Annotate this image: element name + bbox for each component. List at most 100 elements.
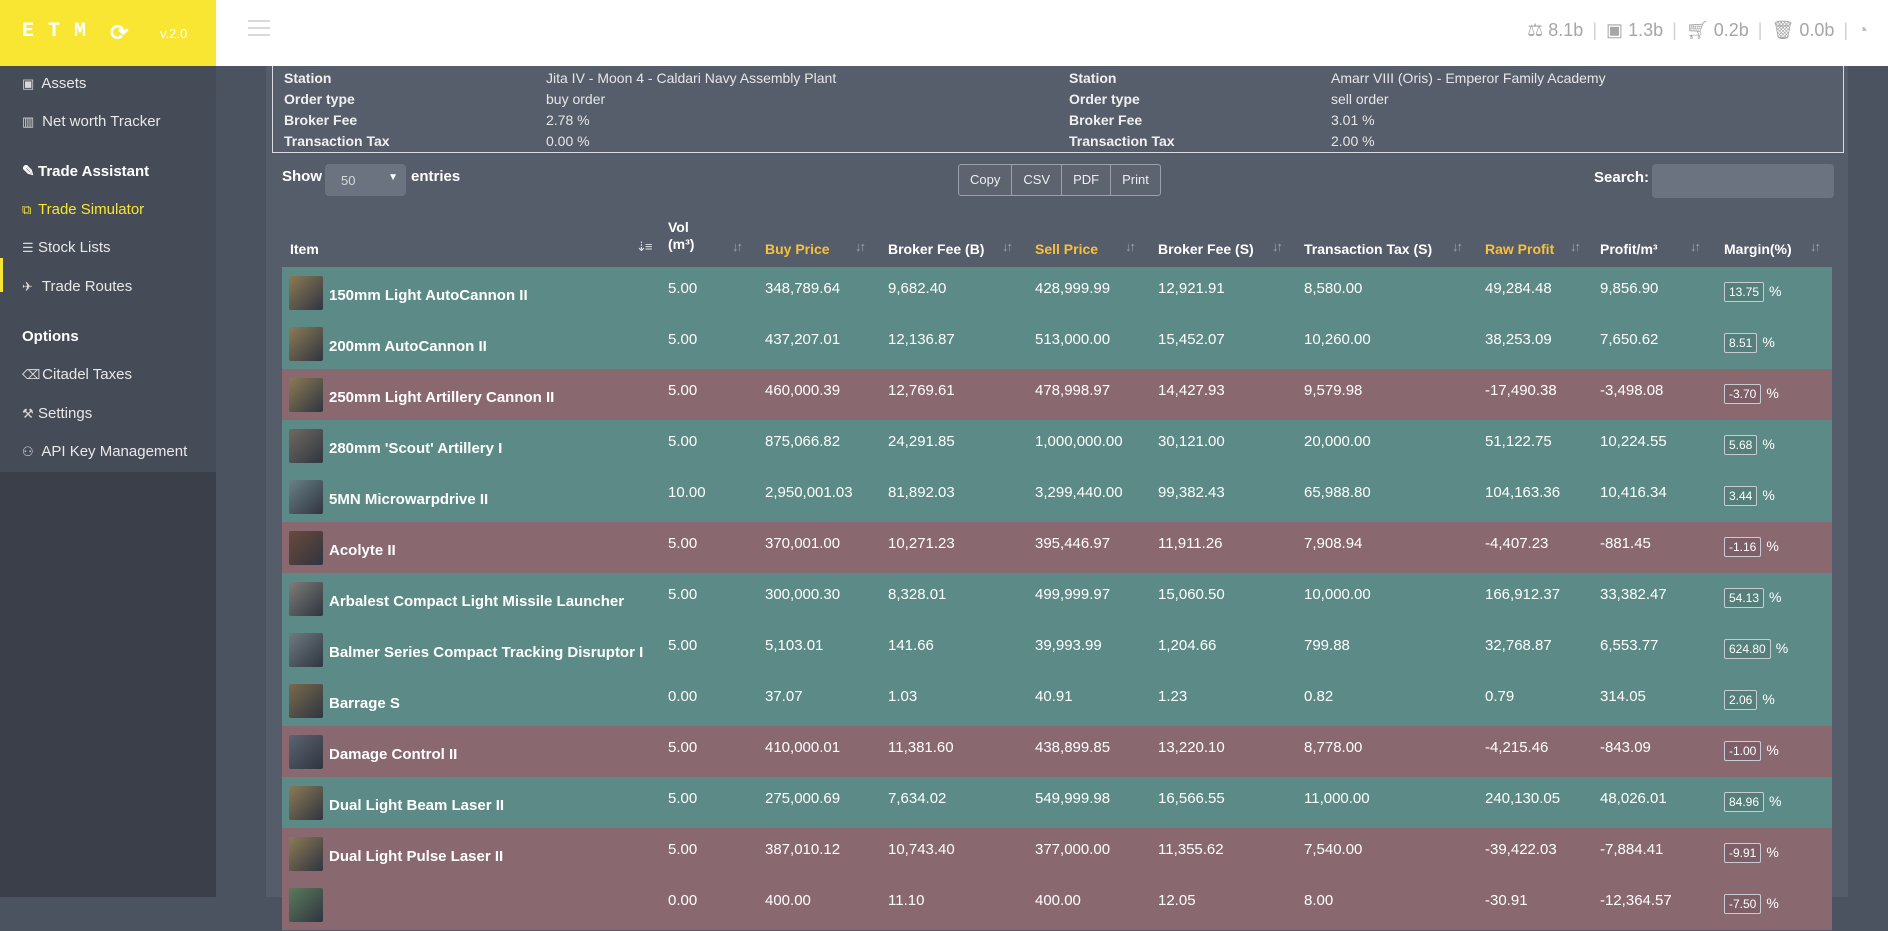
item-name[interactable]: Dual Light Pulse Laser II (329, 848, 503, 865)
cell-bfb: 12,136.87 (888, 331, 955, 348)
cell-sell: 549,999.98 (1035, 790, 1111, 807)
sort-asc-icon[interactable]: ⇣≡ (636, 239, 653, 255)
col-vol[interactable]: Vol (668, 219, 689, 235)
item-name[interactable]: Acolyte II (329, 542, 396, 559)
copy-button[interactable]: Copy (959, 165, 1013, 195)
cell-bfs: 14,427.93 (1158, 382, 1225, 399)
item-name[interactable]: Damage Control II (329, 746, 457, 763)
cell-sell: 478,998.97 (1035, 382, 1111, 399)
item-name[interactable]: 5MN Microwarpdrive II (329, 491, 488, 508)
sort-icon[interactable]: ↓↑ (1002, 239, 1013, 254)
pdf-button[interactable]: PDF (1062, 165, 1112, 195)
item-name[interactable]: 250mm Light Artillery Cannon II (329, 389, 554, 406)
table-row[interactable]: Dual Light Pulse Laser II 5.00 387,010.12 1… (282, 828, 1832, 880)
col-raw-profit[interactable]: Raw Profit (1485, 241, 1554, 257)
table-row[interactable]: Acolyte II 5.00 370,001.00 10,271.23 395,446… (282, 522, 1832, 574)
margin-cell: 3.44% (1724, 486, 1775, 506)
sidebar-item-citadel-taxes[interactable]: ⌫ Citadel Taxes (22, 366, 132, 383)
sort-icon[interactable]: ↓↑ (1570, 239, 1581, 254)
col-profit-per-m3[interactable]: Profit/m³ (1600, 241, 1658, 257)
eraser-icon: ⌫ (22, 367, 41, 382)
table-row[interactable]: 200mm AutoCannon II 5.00 437,207.01 12,136.… (282, 318, 1832, 370)
menu-toggle-icon[interactable] (248, 20, 270, 36)
sidebar-item-stock-lists[interactable]: ☰ Stock Lists (22, 239, 111, 256)
percent-sign: % (1762, 691, 1775, 707)
search-input[interactable] (1652, 164, 1834, 198)
margin-badge: 54.13 (1724, 588, 1765, 608)
col-margin[interactable]: Margin(%) (1724, 241, 1792, 257)
destination-station: Amarr VIII (Oris) - Emperor Family Acade… (1331, 70, 1606, 86)
table-row[interactable]: 250mm Light Artillery Cannon II 5.00 460,0… (282, 369, 1832, 421)
item-name[interactable]: 200mm AutoCannon II (329, 338, 487, 355)
source-order-type: buy order (546, 91, 606, 107)
col-transaction-tax[interactable]: Transaction Tax (S) (1304, 241, 1432, 257)
item-name[interactable]: Balmer Series Compact Tracking Disruptor… (329, 644, 643, 661)
sidebar-section-options: Options (22, 328, 79, 345)
show-label: Show (282, 168, 322, 185)
sidebar-item-trade-routes[interactable]: ✈ Trade Routes (22, 278, 132, 295)
cell-ppm: -12,364.57 (1600, 892, 1672, 909)
margin-badge: -9.91 (1724, 843, 1762, 863)
col-buy-price[interactable]: Buy Price (765, 241, 830, 257)
item-name[interactable]: 280mm 'Scout' Artillery I (329, 440, 502, 457)
top-bar: ETM ⟳ v.2.0 ⚖ 8.1b | ▣ 1.3b | 🛒︎ 0.2b | … (0, 0, 1888, 66)
cell-buy: 370,001.00 (765, 535, 841, 552)
item-name[interactable]: 150mm Light AutoCannon II (329, 287, 528, 304)
margin-cell: 5.68% (1724, 435, 1775, 455)
table-row[interactable]: 5MN Microwarpdrive II 10.00 2,950,001.03 81… (282, 471, 1832, 523)
table-row[interactable]: Barrage S 0.00 37.07 1.03 40.91 1.23 0.82 0.79 3… (282, 675, 1832, 727)
cell-buy: 348,789.64 (765, 280, 841, 297)
csv-button[interactable]: CSV (1012, 165, 1063, 195)
item-name[interactable]: Dual Light Beam Laser II (329, 797, 504, 814)
table-row[interactable]: Balmer Series Compact Tracking Disruptor… (282, 624, 1832, 676)
sort-icon[interactable]: ↓↑ (1452, 239, 1463, 254)
sidebar-item-trade-simulator[interactable]: ⧉ Trade Simulator (22, 201, 144, 218)
sidebar-item-networth[interactable]: ▥ Net worth Tracker (22, 113, 161, 130)
refresh-icon[interactable]: ⟳ (110, 20, 128, 46)
cell-buy: 875,066.82 (765, 433, 841, 450)
col-broker-fee-s[interactable]: Broker Fee (S) (1158, 241, 1254, 257)
sort-icon[interactable]: ↓↑ (1272, 239, 1283, 254)
briefcase-icon: ▣ (1606, 20, 1624, 40)
col-sell-price[interactable]: Sell Price (1035, 241, 1098, 257)
table-row[interactable]: Damage Control II 5.00 410,000.01 11,381.60… (282, 726, 1832, 778)
percent-sign: % (1775, 640, 1789, 656)
sidebar-item-settings[interactable]: ⚒ Settings (22, 405, 92, 422)
cell-bfs: 12,921.91 (1158, 280, 1225, 297)
cell-ppm: 6,553.77 (1600, 637, 1659, 654)
print-button[interactable]: Print (1111, 165, 1160, 195)
sort-icon[interactable]: ↓↑ (732, 239, 743, 254)
col-broker-fee-b[interactable]: Broker Fee (B) (888, 241, 984, 257)
cell-sell: 438,899.85 (1035, 739, 1111, 756)
cell-sell: 1,000,000.00 (1035, 433, 1123, 450)
cell-tax: 7,908.94 (1304, 535, 1363, 552)
cell-buy: 410,000.01 (765, 739, 841, 756)
sidebar-item-api-keys[interactable]: ⚇ API Key Management (22, 443, 187, 460)
margin-cell: 84.96% (1724, 792, 1781, 812)
table-row[interactable]: Arbalest Compact Light Missile Launcher 5… (282, 573, 1832, 625)
col-item[interactable]: Item (290, 241, 319, 257)
sidebar-item-assets[interactable]: ▣ Assets (22, 75, 86, 92)
item-name[interactable]: Arbalest Compact Light Missile Launcher (329, 593, 624, 610)
item-name[interactable]: Barrage S (329, 695, 400, 712)
cell-ppm: -7,884.41 (1600, 841, 1664, 858)
table-row[interactable]: Dual Light Beam Laser II 5.00 275,000.69 7,… (282, 777, 1832, 829)
table-row[interactable]: 280mm 'Scout' Artillery I 5.00 875,066.82 2… (282, 420, 1832, 472)
item-thumbnail (289, 837, 323, 871)
cell-raw: 166,912.37 (1485, 586, 1561, 603)
sort-icon[interactable]: ↓↑ (1125, 239, 1136, 254)
cell-vol: 5.00 (668, 739, 698, 756)
table-row[interactable]: 150mm Light AutoCannon II 5.00 348,789.64 9… (282, 267, 1832, 319)
cell-ppm: 10,224.55 (1600, 433, 1667, 450)
sort-icon[interactable]: ↓↑ (1690, 239, 1701, 254)
margin-badge: 2.06 (1724, 690, 1758, 710)
cell-ppm: 9,856.90 (1600, 280, 1659, 297)
brand-logo[interactable]: ETM ⟳ v.2.0 (0, 0, 216, 66)
sidebar-item-trade-assistant[interactable]: ✎ Trade Assistant (22, 162, 149, 180)
table-row[interactable]: 0.00 400.00 11.10 400.00 12.05 8.00 -30.91 -12,… (282, 879, 1832, 931)
sort-icon[interactable]: ↓↑ (1810, 239, 1821, 254)
copy-icon: ⧉ (22, 202, 32, 217)
sort-icon[interactable]: ↓↑ (855, 239, 866, 254)
cell-ppm: 7,650.62 (1600, 331, 1659, 348)
entries-select[interactable]: 50 ▼ (325, 164, 406, 196)
